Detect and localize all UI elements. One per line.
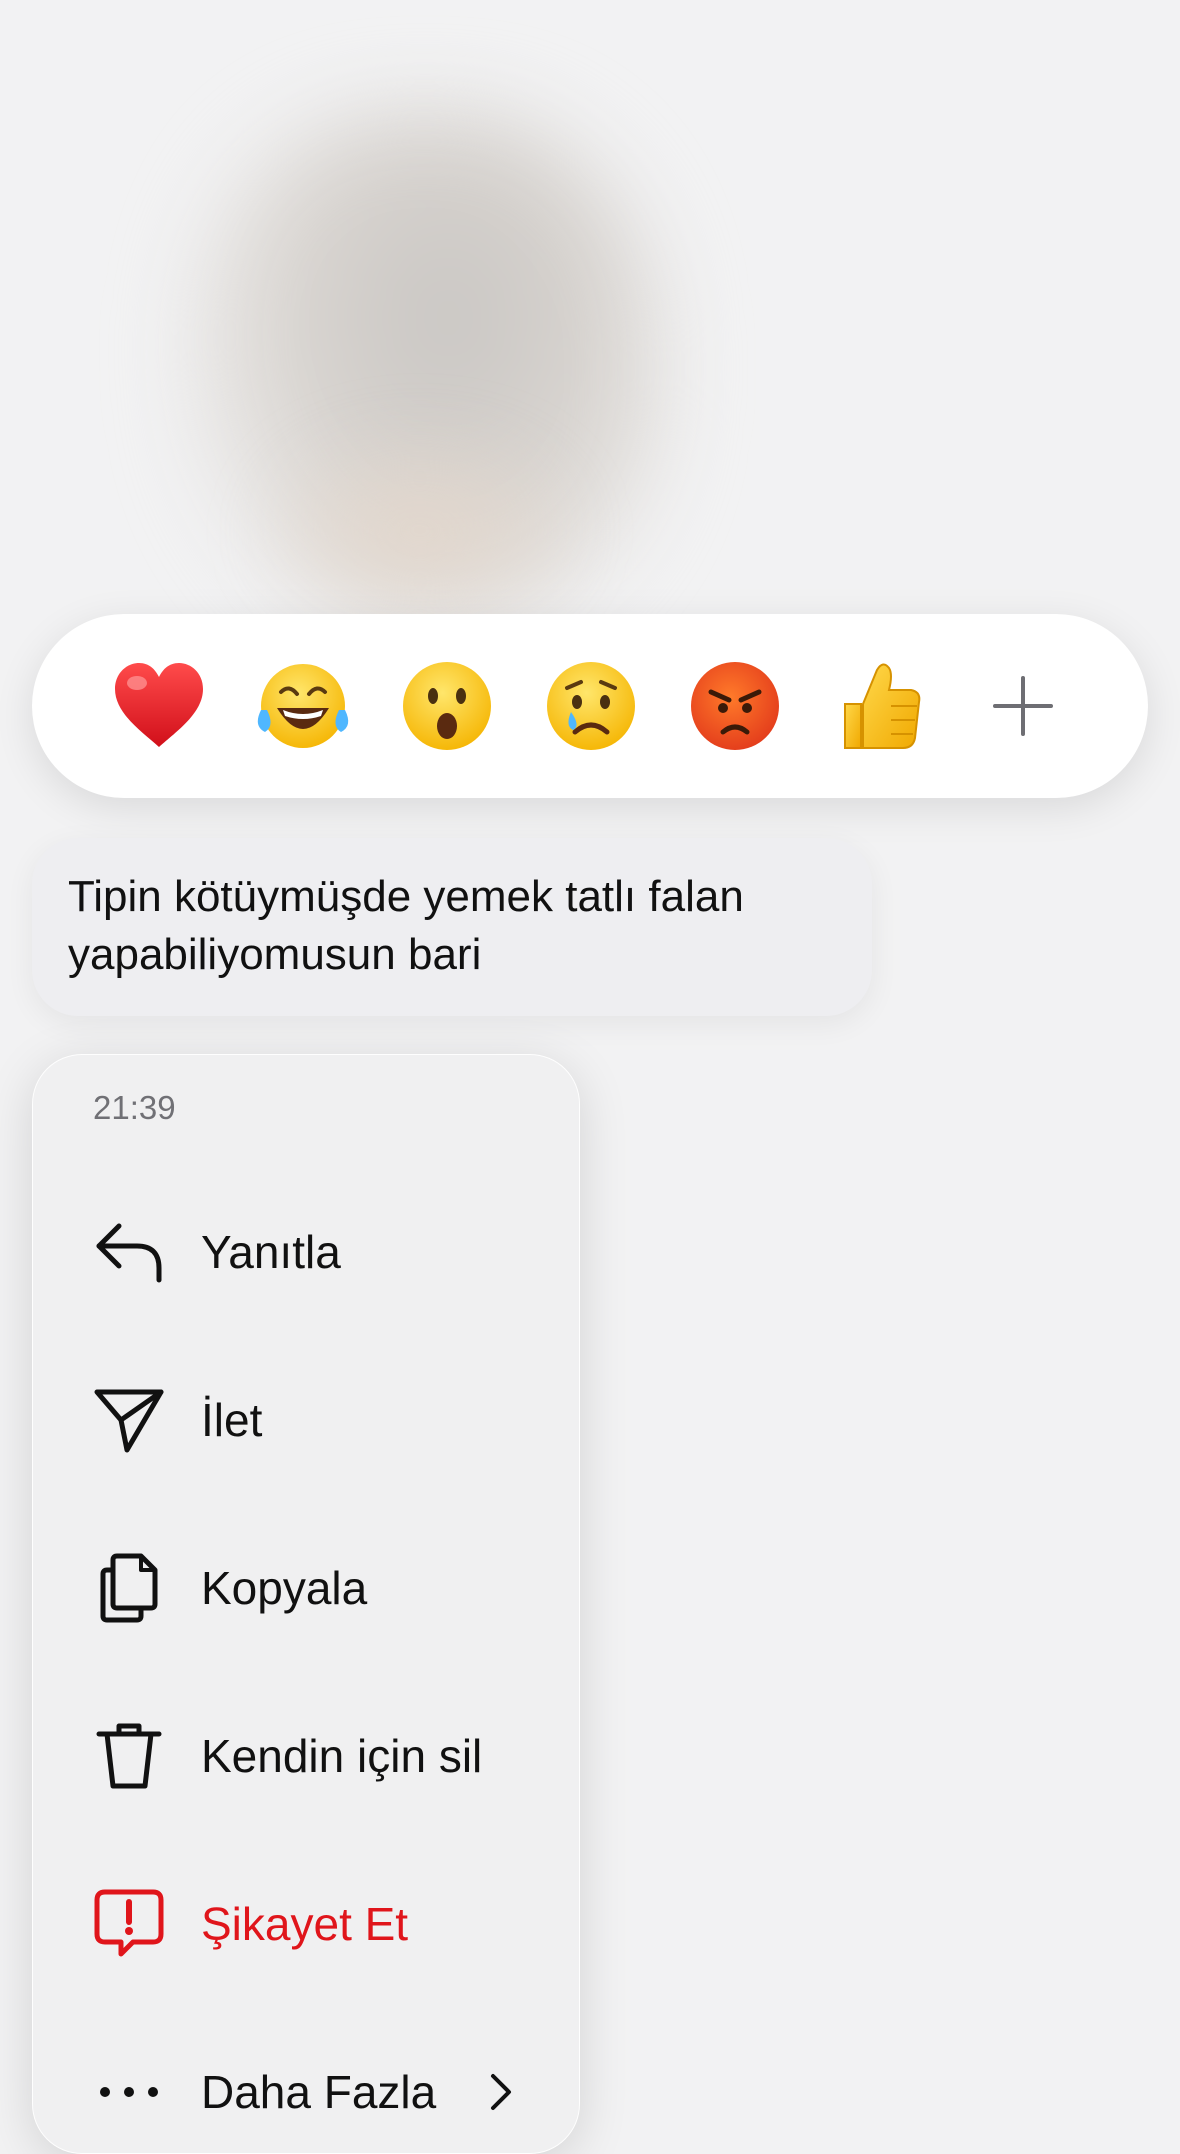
message-text-line1: Tipin kötüymüşde yemek tatlı falan — [68, 872, 744, 921]
menu-item-report[interactable]: Şikayet Et — [33, 1869, 579, 1979]
reaction-thumbs-up-icon[interactable] — [824, 651, 934, 761]
chevron-right-icon — [491, 2074, 511, 2110]
menu-item-label: Kendin için sil — [201, 1730, 483, 1782]
message-text-line2: yapabiliyomusun bari — [68, 930, 482, 979]
copy-icon — [93, 1552, 165, 1624]
reaction-wow-icon[interactable] — [392, 651, 502, 761]
message-context-menu: 21:39 Yanıtla İlet Kopyala Kendin için s… — [32, 1054, 580, 2154]
reaction-angry-icon[interactable] — [680, 651, 790, 761]
add-reaction-icon[interactable] — [968, 651, 1078, 761]
message-bubble[interactable]: Tipin kötüymüşde yemek tatlı falan yapab… — [32, 838, 872, 1016]
menu-item-delete-for-you[interactable]: Kendin için sil — [33, 1701, 579, 1811]
menu-item-copy[interactable]: Kopyala — [33, 1533, 579, 1643]
menu-item-label: Yanıtla — [201, 1226, 341, 1278]
more-icon — [93, 2056, 165, 2128]
menu-item-reply[interactable]: Yanıtla — [33, 1197, 579, 1307]
menu-item-label: Şikayet Et — [201, 1898, 409, 1950]
send-icon — [93, 1384, 165, 1456]
trash-icon — [93, 1720, 165, 1792]
report-icon — [93, 1888, 165, 1960]
menu-item-more[interactable]: Daha Fazla — [33, 2037, 579, 2147]
reaction-bar — [32, 614, 1148, 798]
menu-item-label: Kopyala — [201, 1562, 368, 1614]
menu-item-forward[interactable]: İlet — [33, 1365, 579, 1475]
reaction-sad-icon[interactable] — [536, 651, 646, 761]
reaction-heart-icon[interactable] — [104, 651, 214, 761]
menu-item-label: Daha Fazla — [201, 2066, 437, 2118]
reply-icon — [93, 1216, 165, 1288]
message-timestamp: 21:39 — [93, 1089, 176, 1126]
background-photo-blur-warm — [260, 430, 580, 630]
reaction-laugh-icon[interactable] — [248, 651, 358, 761]
menu-item-label: İlet — [201, 1394, 263, 1446]
